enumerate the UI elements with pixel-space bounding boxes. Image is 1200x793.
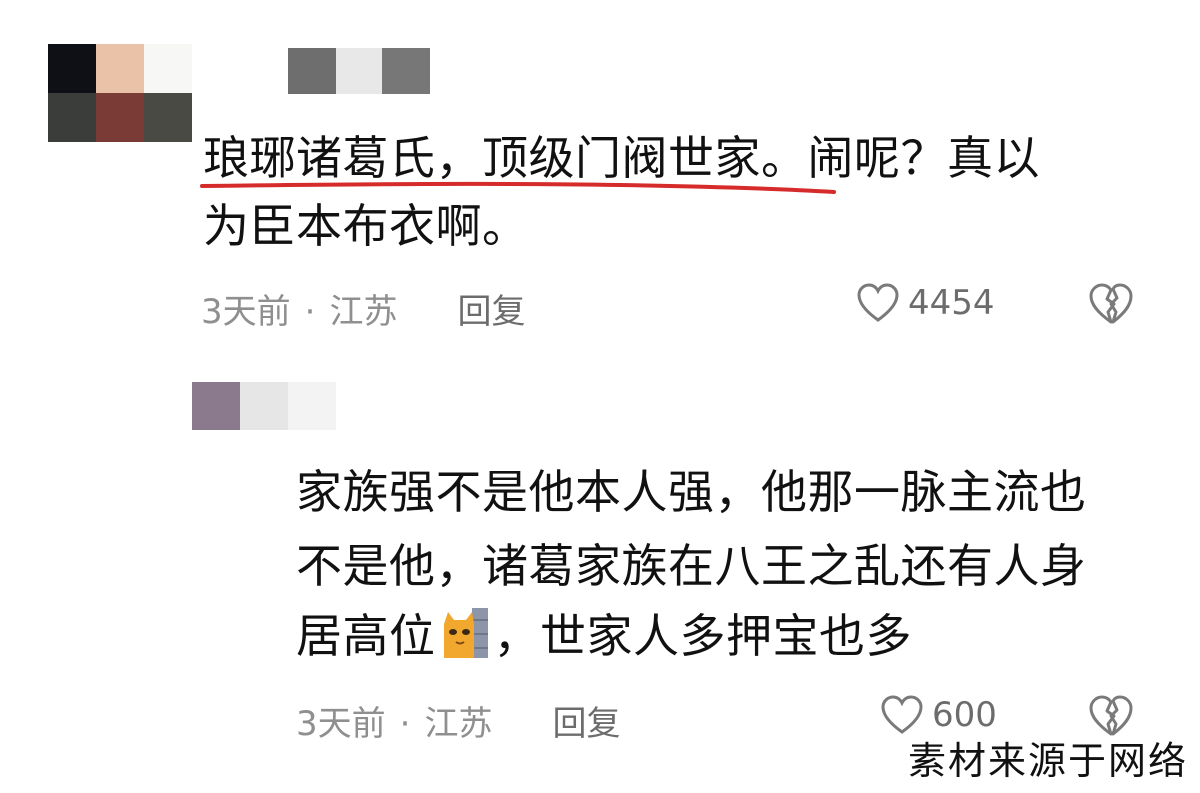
location: 江苏 [424, 704, 493, 744]
location: 江苏 [329, 292, 398, 332]
comment-meta: 3天前 · 江苏 回复 [296, 696, 620, 745]
comment-text-line: 不是他，诸葛家族在八王之乱还有人身 [296, 539, 1087, 593]
avatar[interactable] [48, 44, 192, 142]
cat-emoji-icon [443, 608, 488, 658]
separator: · [399, 704, 411, 744]
timestamp: 3天前 [201, 292, 291, 332]
like-count: 600 [932, 695, 997, 735]
separator: · [304, 292, 316, 332]
comment-text-line: 为臣本布衣啊。 [203, 199, 529, 253]
reply-button[interactable]: 回复 [552, 704, 620, 744]
reply-button[interactable]: 回复 [457, 292, 525, 332]
watermark: 素材来源于网络 [907, 739, 1188, 783]
comment-text-line: 居高位 ，世家人多押宝也多 [296, 604, 912, 668]
comment-text-line: 家族强不是他本人强，他那一脉主流也 [296, 465, 1087, 519]
broken-heart-icon[interactable] [1088, 282, 1134, 326]
comment-text-segment: 居高位 [296, 609, 436, 663]
red-underline [200, 181, 836, 194]
comment-text-segment: ，世家人多押宝也多 [493, 609, 912, 663]
comment-meta: 3天前 · 江苏 回复 [201, 284, 525, 333]
username[interactable] [192, 382, 336, 430]
username[interactable] [288, 48, 430, 94]
timestamp: 3天前 [296, 704, 386, 744]
like-button[interactable]: 4454 [856, 282, 995, 324]
like-count: 4454 [908, 283, 995, 323]
heart-outline-icon [857, 283, 899, 322]
